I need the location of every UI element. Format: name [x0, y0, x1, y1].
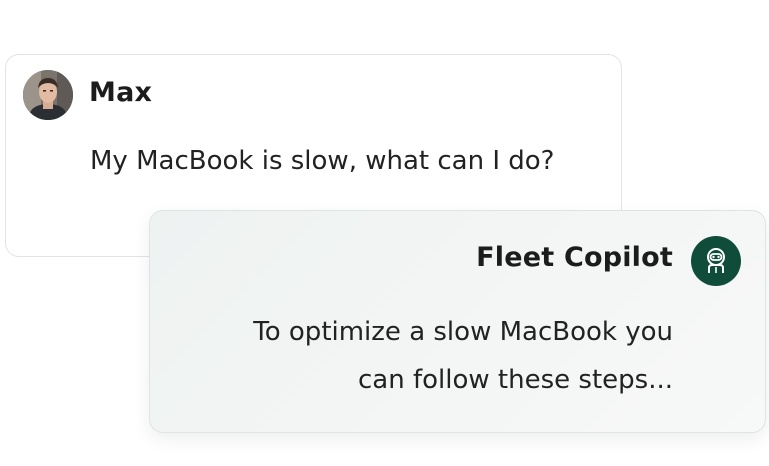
user-avatar [23, 70, 73, 120]
assistant-message-card: Fleet Copilot To optimize a slow MacBook… [149, 210, 766, 433]
assistant-avatar [691, 236, 741, 286]
user-photo-avatar-icon [23, 70, 73, 120]
robot-astronaut-icon [707, 248, 725, 273]
user-name: Max [89, 77, 153, 108]
chat-preview: Max My MacBook is slow, what can I do? F… [0, 0, 769, 466]
assistant-name: Fleet Copilot [476, 242, 673, 273]
assistant-message-text: To optimize a slow MacBook you can follo… [153, 308, 673, 404]
user-message-text: My MacBook is slow, what can I do? [90, 146, 555, 176]
assistant-message-line: can follow these steps... [358, 365, 673, 395]
assistant-message-line: To optimize a slow MacBook you [253, 317, 673, 347]
